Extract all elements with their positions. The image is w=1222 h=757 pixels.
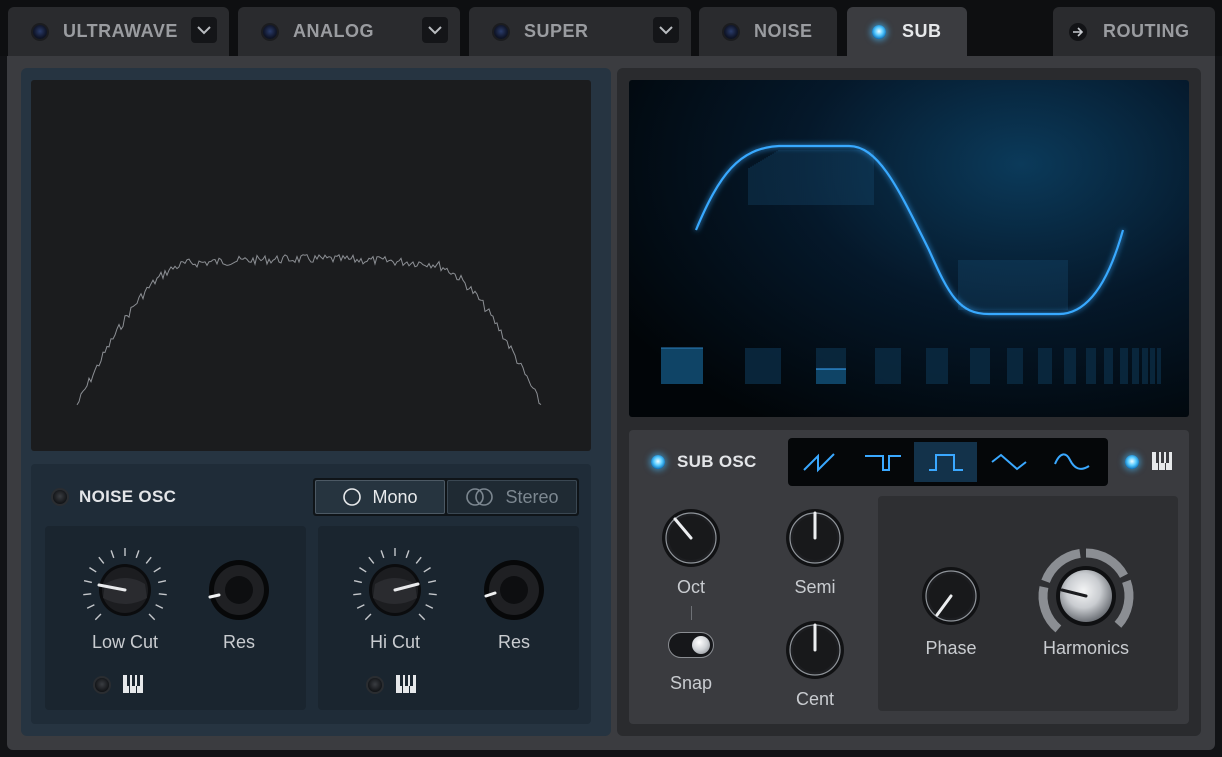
hi-cut-keytrack-led[interactable]	[368, 678, 382, 692]
piano-keys-icon[interactable]	[396, 675, 416, 693]
tab-super-label: SUPER	[524, 21, 589, 41]
tab-noise-label: NOISE	[754, 21, 813, 41]
sub-waveform-display	[629, 80, 1189, 417]
low-cut-label: Low Cut	[91, 632, 159, 652]
phase-knob[interactable]	[922, 567, 980, 625]
low-cut-keytrack-led[interactable]	[95, 678, 109, 692]
sub-osc-title: SUB OSC	[677, 452, 757, 471]
chevron-down-icon	[659, 25, 673, 34]
arrow-right-icon	[1069, 22, 1087, 41]
analog-power-led[interactable]	[263, 24, 277, 39]
hi-cut-section: Hi Cut Res	[318, 526, 579, 710]
analog-dropdown-button[interactable]	[422, 17, 448, 43]
tab-ultrawave-label: ULTRAWAVE	[63, 21, 178, 41]
noise-controls: NOISE OSC Mono Stereo Low Cut Res Hi Cut…	[31, 464, 591, 724]
tab-ultrawave[interactable]: ULTRAWAVE	[8, 7, 229, 56]
oscillator-body: NOISE OSC Mono Stereo Low Cut Res Hi Cut…	[7, 56, 1215, 750]
mono-label: Mono	[372, 486, 418, 507]
mono-circle-icon	[343, 488, 362, 506]
stereo-label: Stereo	[505, 486, 559, 507]
hi-cut-res-label: Res	[497, 632, 530, 652]
low-cut-res-knob[interactable]	[208, 560, 269, 620]
snap-toggle-thumb	[692, 636, 710, 654]
noise-oscillator-panel: NOISE OSC Mono Stereo Low Cut Res Hi Cut…	[21, 68, 611, 736]
snap-toggle[interactable]	[668, 632, 714, 658]
super-power-led[interactable]	[494, 24, 508, 39]
chevron-down-icon	[428, 25, 442, 34]
stereo-circles-icon	[466, 488, 494, 506]
pulse-icon	[864, 455, 901, 471]
waveform-sine-button[interactable]	[1040, 442, 1103, 482]
semi-knob[interactable]	[786, 509, 844, 567]
phase-label: Phase	[925, 638, 977, 658]
tab-routing[interactable]: ROUTING	[1053, 7, 1215, 56]
harmonics-knob[interactable]	[1038, 548, 1134, 633]
tab-sub-label: SUB	[902, 21, 942, 41]
low-cut-res-label: Res	[222, 632, 255, 652]
piano-keys-icon[interactable]	[123, 675, 143, 693]
super-dropdown-button[interactable]	[653, 17, 679, 43]
noise-mode-selector: Mono Stereo	[313, 478, 579, 516]
hi-cut-knob[interactable]	[369, 564, 421, 616]
hi-cut-label: Hi Cut	[369, 632, 420, 652]
waveform-pulse-button[interactable]	[851, 442, 914, 482]
semi-label: Semi	[794, 577, 836, 597]
oscillator-tab-bar: ULTRAWAVE ANALOG SUPER NOISE SUB ROUTING	[0, 0, 1222, 56]
triangle-icon	[990, 453, 1027, 471]
cent-knob[interactable]	[786, 621, 844, 679]
waveform-saw-button[interactable]	[788, 442, 851, 482]
sub-oscillator-panel: SUB OSC Oct Semi Cent Snap Phase Harmoni…	[617, 68, 1201, 736]
synth-window: ULTRAWAVE ANALOG SUPER NOISE SUB ROUTING…	[0, 0, 1222, 757]
tab-noise[interactable]: NOISE	[699, 7, 837, 56]
cent-label: Cent	[795, 689, 835, 709]
hi-cut-res-knob[interactable]	[484, 560, 544, 620]
phase-harmonics-section: Phase Harmonics	[878, 496, 1178, 711]
low-cut-section: Low Cut Res	[45, 526, 306, 710]
waveform-square-button[interactable]	[914, 442, 977, 482]
sub-controls: SUB OSC Oct Semi Cent Snap Phase Harmoni…	[629, 430, 1189, 724]
ultrawave-dropdown-button[interactable]	[191, 17, 217, 43]
piano-keys-icon[interactable]	[1152, 452, 1172, 470]
stereo-button[interactable]: Stereo	[447, 480, 577, 514]
low-cut-knob[interactable]	[97, 564, 151, 616]
sub-waveform-selector	[788, 438, 1108, 486]
harmonics-label: Harmonics	[1042, 638, 1130, 658]
sub-power-led[interactable]	[872, 24, 886, 39]
noise-osc-title: NOISE OSC	[79, 487, 177, 506]
sub-keytrack-led[interactable]	[1125, 455, 1139, 469]
noise-osc-power-button[interactable]	[53, 490, 67, 504]
chevron-down-icon	[197, 25, 211, 34]
sine-icon	[1053, 453, 1090, 470]
mono-button[interactable]: Mono	[315, 480, 445, 514]
tab-super[interactable]: SUPER	[469, 7, 691, 56]
tab-analog-label: ANALOG	[293, 21, 374, 41]
noise-power-led[interactable]	[724, 24, 738, 39]
oct-knob[interactable]	[662, 509, 720, 567]
sub-osc-power-button[interactable]	[651, 455, 665, 469]
sub-waveform-graph	[661, 144, 1161, 384]
tab-analog[interactable]: ANALOG	[238, 7, 460, 56]
tab-routing-label: ROUTING	[1103, 21, 1190, 41]
tab-sub[interactable]: SUB	[847, 7, 967, 56]
noise-spectrum-curve	[76, 253, 542, 406]
snap-label: Snap	[669, 673, 713, 693]
square-icon	[928, 454, 963, 471]
oct-snap-link	[691, 606, 692, 620]
noise-spectrum-display	[31, 80, 591, 451]
ultrawave-power-led[interactable]	[33, 24, 47, 39]
oct-label: Oct	[676, 577, 705, 597]
saw-icon	[802, 453, 835, 473]
waveform-triangle-button[interactable]	[977, 442, 1040, 482]
